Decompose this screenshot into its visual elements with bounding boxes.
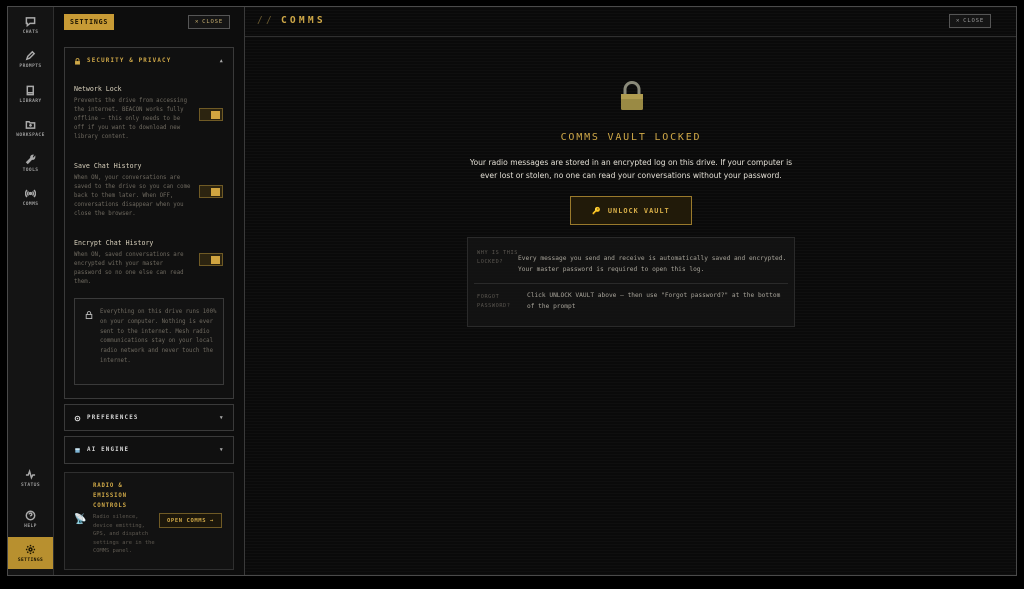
close-label: CLOSE — [202, 19, 224, 25]
toggle-title: Encrypt Chat History — [74, 239, 154, 247]
settings-close-button[interactable]: ✕ CLOSE — [188, 15, 231, 29]
toggle-description: When ON, saved conversations are encrypt… — [74, 252, 184, 285]
save-chat-history-toggle[interactable] — [199, 185, 223, 198]
settings-panel: SETTINGS ✕ CLOSE SECURITY & PRIVACY ▲ Ne… — [54, 7, 245, 575]
nav-label: STATUS — [21, 482, 40, 488]
faq-question: FORGOT PASSWORD? — [477, 294, 511, 310]
pen-icon — [25, 50, 36, 60]
app-window: CHATS PROMPTS LIBRARY WORKSPACE TOOLS CO… — [7, 6, 1017, 576]
chip-icon — [75, 447, 80, 453]
open-comms-button[interactable]: OPEN COMMS → — [159, 513, 222, 528]
pulse-icon — [25, 468, 36, 480]
unlock-vault-button[interactable]: 🔑 UNLOCK VAULT — [570, 196, 692, 225]
nav-item-prompts[interactable]: PROMPTS — [8, 44, 53, 74]
close-icon: ✕ — [956, 18, 961, 24]
ai-engine-section-title: AI ENGINE — [87, 447, 130, 453]
close-icon: ✕ — [195, 19, 200, 25]
toggle-row-network-lock: Network Lock Prevents the drive from acc… — [74, 85, 224, 142]
nav-label: HELP — [24, 523, 37, 529]
offline-info-text: Everything on this drive runs 100% on yo… — [100, 309, 217, 364]
offline-info-box: Everything on this drive runs 100% on yo… — [74, 298, 224, 385]
toggle-row-encrypt-chat-history: Encrypt Chat History When ON, saved conv… — [74, 239, 224, 287]
chevron-down-icon: ▼ — [219, 415, 224, 421]
settings-title: SETTINGS — [64, 14, 115, 30]
security-section: SECURITY & PRIVACY ▲ Network Lock Preven… — [64, 47, 234, 399]
nav-item-status[interactable]: STATUS — [8, 463, 53, 493]
chevron-up-icon: ▲ — [219, 58, 224, 64]
radio-card-description: Radio silence, device emitting, GPS, and… — [93, 514, 155, 555]
network-lock-toggle[interactable] — [199, 108, 223, 121]
nav-label: TOOLS — [22, 167, 39, 173]
toggle-description: Prevents the drive from accessing the in… — [74, 98, 187, 140]
title-prefix: // — [257, 15, 275, 26]
folder-icon — [25, 120, 36, 129]
chat-icon — [25, 16, 36, 27]
toggle-knob — [211, 256, 220, 264]
nav-item-workspace[interactable]: WORKSPACE — [8, 113, 53, 143]
faq-question: WHY IS THIS LOCKED? — [477, 250, 518, 266]
nav-label: COMMS — [22, 201, 39, 207]
help-icon — [25, 510, 36, 520]
nav-item-help[interactable]: HELP — [8, 504, 53, 534]
radio-card-title: RADIO & EMISSION CONTROLS — [93, 483, 127, 509]
left-nav: CHATS PROMPTS LIBRARY WORKSPACE TOOLS CO… — [8, 7, 54, 575]
radio-controls-card: 📡 RADIO & EMISSION CONTROLS Radio silenc… — [64, 472, 234, 570]
ai-engine-section[interactable]: AI ENGINE ▼ — [64, 436, 234, 464]
chevron-down-icon: ▼ — [219, 447, 224, 453]
faq-answer: Click UNLOCK VAULT above — then use "For… — [527, 292, 781, 311]
security-section-title: SECURITY & PRIVACY — [87, 58, 172, 64]
lock-icon — [85, 311, 93, 319]
key-icon: 🔑 — [592, 206, 602, 215]
toggle-knob — [211, 111, 220, 119]
wrench-icon — [25, 154, 36, 164]
faq-answer: Every message you send and receive is au… — [518, 255, 787, 274]
gear-icon — [74, 415, 81, 421]
toggle-title: Save Chat History — [74, 162, 142, 170]
page-title-text: COMMS — [280, 15, 326, 26]
divider — [474, 283, 788, 284]
radio-icon — [25, 188, 36, 198]
preferences-section[interactable]: PREFERENCES ▼ — [64, 404, 234, 431]
nav-label: WORKSPACE — [16, 132, 45, 138]
security-section-header[interactable]: SECURITY & PRIVACY ▲ — [65, 48, 233, 74]
close-label: CLOSE — [963, 18, 985, 24]
settings-header: SETTINGS ✕ CLOSE — [54, 7, 244, 37]
main-close-button[interactable]: ✕ CLOSE — [949, 14, 992, 28]
vault-locked-title: COMMS VAULT LOCKED — [560, 132, 702, 143]
satellite-dish-icon: 📡 — [74, 514, 87, 525]
nav-item-chats[interactable]: CHATS — [8, 10, 53, 40]
toggle-title: Network Lock — [74, 85, 122, 93]
preferences-section-title: PREFERENCES — [87, 415, 139, 421]
toggle-description: When ON, your conversations are saved to… — [74, 175, 191, 217]
toggle-row-save-chat-history: Save Chat History When ON, your conversa… — [74, 162, 224, 219]
main-header: // COMMS ✕ CLOSE — [245, 7, 1016, 37]
book-icon — [26, 85, 34, 95]
vault-description: Your radio messages are stored in an enc… — [469, 158, 793, 181]
preferences-section-header[interactable]: PREFERENCES ▼ — [65, 405, 233, 431]
comms-main-panel: // COMMS ✕ CLOSE COMMS VAULT LOCKED Your … — [245, 7, 1016, 575]
nav-label: SETTINGS — [17, 557, 44, 563]
ai-engine-section-header[interactable]: AI ENGINE ▼ — [65, 437, 233, 463]
nav-label: PROMPTS — [19, 63, 42, 69]
nav-item-settings[interactable]: SETTINGS — [8, 537, 53, 569]
gear-icon — [25, 544, 36, 554]
encrypt-chat-history-toggle[interactable] — [199, 253, 223, 266]
toggle-knob — [211, 188, 220, 196]
unlock-vault-label: UNLOCK VAULT — [607, 206, 670, 215]
lock-icon — [75, 57, 80, 65]
nav-label: CHATS — [22, 29, 39, 35]
nav-item-comms[interactable]: COMMS — [8, 182, 53, 212]
nav-label: LIBRARY — [19, 98, 42, 104]
vault-faq: WHY IS THIS LOCKED? Every message you se… — [467, 237, 795, 327]
nav-item-tools[interactable]: TOOLS — [8, 148, 53, 178]
page-title: // COMMS — [257, 15, 326, 26]
padlock-icon — [621, 81, 643, 110]
nav-item-library[interactable]: LIBRARY — [8, 79, 53, 109]
